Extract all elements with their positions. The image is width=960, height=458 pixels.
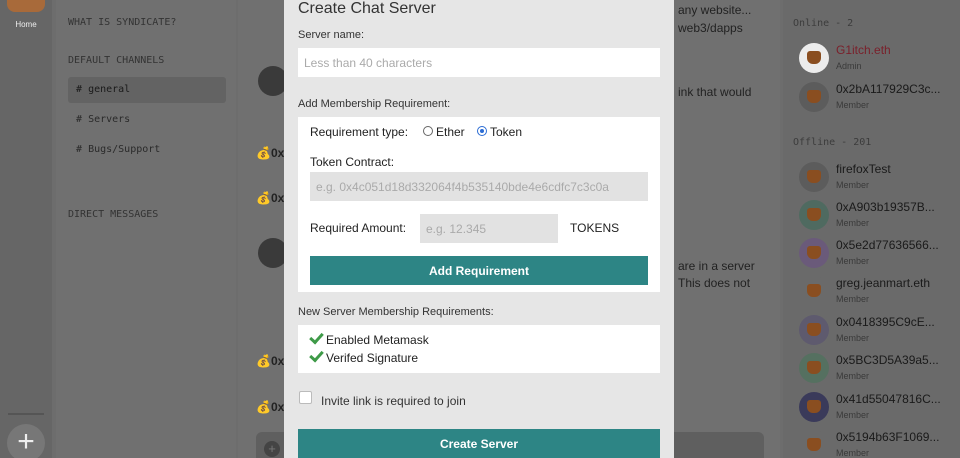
member-name: G1itch.eth — [836, 43, 891, 57]
member-name: 0x2bA117929C3c... — [836, 82, 941, 96]
member-name: greg.jeanmart.eth — [836, 276, 931, 290]
member-name: 0x5194b63F1069... — [836, 430, 940, 444]
member-list: Online - 2 G1itch.eth Admin 0x2bA117929C… — [783, 0, 960, 458]
message-author: 💰0x — [256, 191, 285, 205]
member-item[interactable]: G1itch.eth Admin — [799, 41, 960, 77]
server-name-label: Server name: — [298, 29, 365, 41]
hash-icon: # — [76, 114, 83, 125]
member-role: Member — [836, 100, 870, 110]
channel-label: Bugs/Support — [88, 144, 161, 155]
home-server-icon[interactable] — [7, 0, 45, 12]
avatar — [799, 43, 829, 73]
direct-messages-heading: DIRECT MESSAGES — [68, 209, 159, 220]
required-amount-label: Required Amount: — [310, 221, 407, 235]
avatar — [799, 353, 829, 383]
attach-plus-icon[interactable]: + — [264, 441, 280, 457]
requirement-type-label: Requirement type: — [310, 125, 409, 139]
message-author: 💰0x — [256, 354, 285, 368]
member-name: 0x41d55047816C... — [836, 392, 941, 406]
member-role: Member — [836, 180, 870, 190]
message-text: ink that would — [678, 85, 752, 99]
member-role: Member — [836, 448, 870, 458]
add-requirement-button[interactable]: Add Requirement — [310, 256, 648, 285]
create-server-button[interactable]: Create Server — [298, 429, 660, 458]
server-title: WHAT IS SYNDICATE? — [68, 17, 177, 28]
avatar — [799, 392, 829, 422]
member-name: 0x5e2d77636566... — [836, 238, 939, 252]
member-role: Member — [836, 333, 870, 343]
message-text: This does not — [678, 276, 751, 290]
invite-link-label: Invite link is required to join — [321, 394, 466, 408]
avatar — [799, 238, 829, 268]
add-server-button[interactable]: + — [7, 424, 45, 458]
modal-title: Create Chat Server — [298, 0, 436, 17]
message-author: 💰0x — [256, 400, 285, 414]
member-role: Member — [836, 256, 870, 266]
requirement-item: Verifed Signature — [309, 347, 418, 365]
member-role: Member — [836, 294, 870, 304]
avatar — [799, 430, 829, 458]
avatar — [799, 82, 829, 112]
member-item[interactable]: greg.jeanmart.eth Member — [799, 274, 960, 310]
token-contract-label: Token Contract: — [310, 155, 395, 169]
member-item[interactable]: firefoxTest Member — [799, 160, 960, 196]
member-item[interactable]: 0x2bA117929C3c... Member — [799, 80, 960, 116]
channel-item-servers[interactable]: # Servers — [68, 107, 226, 133]
avatar — [799, 162, 829, 192]
add-membership-label: Add Membership Requirement: — [298, 98, 451, 110]
server-name-input[interactable] — [298, 48, 660, 77]
member-role: Member — [836, 410, 870, 420]
member-name: 0xA903b19357B... — [836, 200, 935, 214]
hash-icon: # — [76, 84, 83, 95]
requirement-item: Enabled Metamask — [309, 329, 429, 347]
hash-icon: # — [76, 144, 83, 155]
requirement-panel: Requirement type: Ether Token Token Cont… — [298, 117, 660, 292]
member-role: Member — [836, 218, 870, 228]
member-item[interactable]: 0x5e2d77636566... Member — [799, 236, 960, 272]
radio-token[interactable] — [477, 126, 487, 136]
invite-link-checkbox[interactable] — [299, 391, 312, 404]
member-item[interactable]: 0x5BC3D5A39a5... Member — [799, 351, 960, 387]
avatar — [799, 315, 829, 345]
rail-divider — [8, 413, 44, 415]
avatar — [799, 276, 829, 306]
tokens-unit-label: TOKENS — [570, 221, 620, 235]
member-name: 0x0418395C9cE... — [836, 315, 935, 329]
member-item[interactable]: 0x5194b63F1069... Member — [799, 428, 960, 458]
radio-ether[interactable] — [423, 126, 433, 136]
online-heading: Online - 2 — [793, 18, 854, 29]
message-text: are in a server — [678, 259, 755, 273]
offline-heading: Offline - 201 — [793, 137, 872, 148]
checkmark-icon — [309, 329, 324, 345]
default-channels-heading: DEFAULT CHANNELS — [68, 55, 165, 66]
server-rail: Home + — [0, 0, 52, 458]
requirements-list: Enabled Metamask Verifed Signature — [298, 325, 660, 373]
home-label: Home — [15, 20, 37, 29]
option-ether-label[interactable]: Ether — [436, 125, 465, 139]
new-requirements-label: New Server Membership Requirements: — [298, 306, 494, 318]
avatar — [799, 200, 829, 230]
member-item[interactable]: 0x41d55047816C... Member — [799, 390, 960, 426]
message-text: web3/dapps — [678, 21, 743, 35]
member-item[interactable]: 0x0418395C9cE... Member — [799, 313, 960, 349]
member-item[interactable]: 0xA903b19357B... Member — [799, 198, 960, 234]
channel-label: general — [88, 84, 131, 95]
message-text: any website... — [678, 3, 752, 17]
option-token-label[interactable]: Token — [490, 125, 522, 139]
member-name: 0x5BC3D5A39a5... — [836, 353, 939, 367]
member-role: Member — [836, 371, 870, 381]
member-role: Admin — [836, 61, 862, 71]
channel-label: Servers — [88, 114, 131, 125]
channel-item-bugs-support[interactable]: # Bugs/Support — [68, 137, 226, 163]
message-author: 💰0x — [256, 146, 285, 160]
required-amount-input[interactable] — [420, 214, 558, 243]
checkmark-icon — [309, 347, 324, 363]
channel-sidebar: WHAT IS SYNDICATE? DEFAULT CHANNELS # ge… — [56, 0, 236, 458]
channel-item-general[interactable]: # general — [68, 77, 226, 103]
member-name: firefoxTest — [836, 162, 891, 176]
token-contract-input[interactable] — [310, 172, 648, 201]
create-server-modal: Create Chat Server Server name: Add Memb… — [284, 0, 674, 458]
